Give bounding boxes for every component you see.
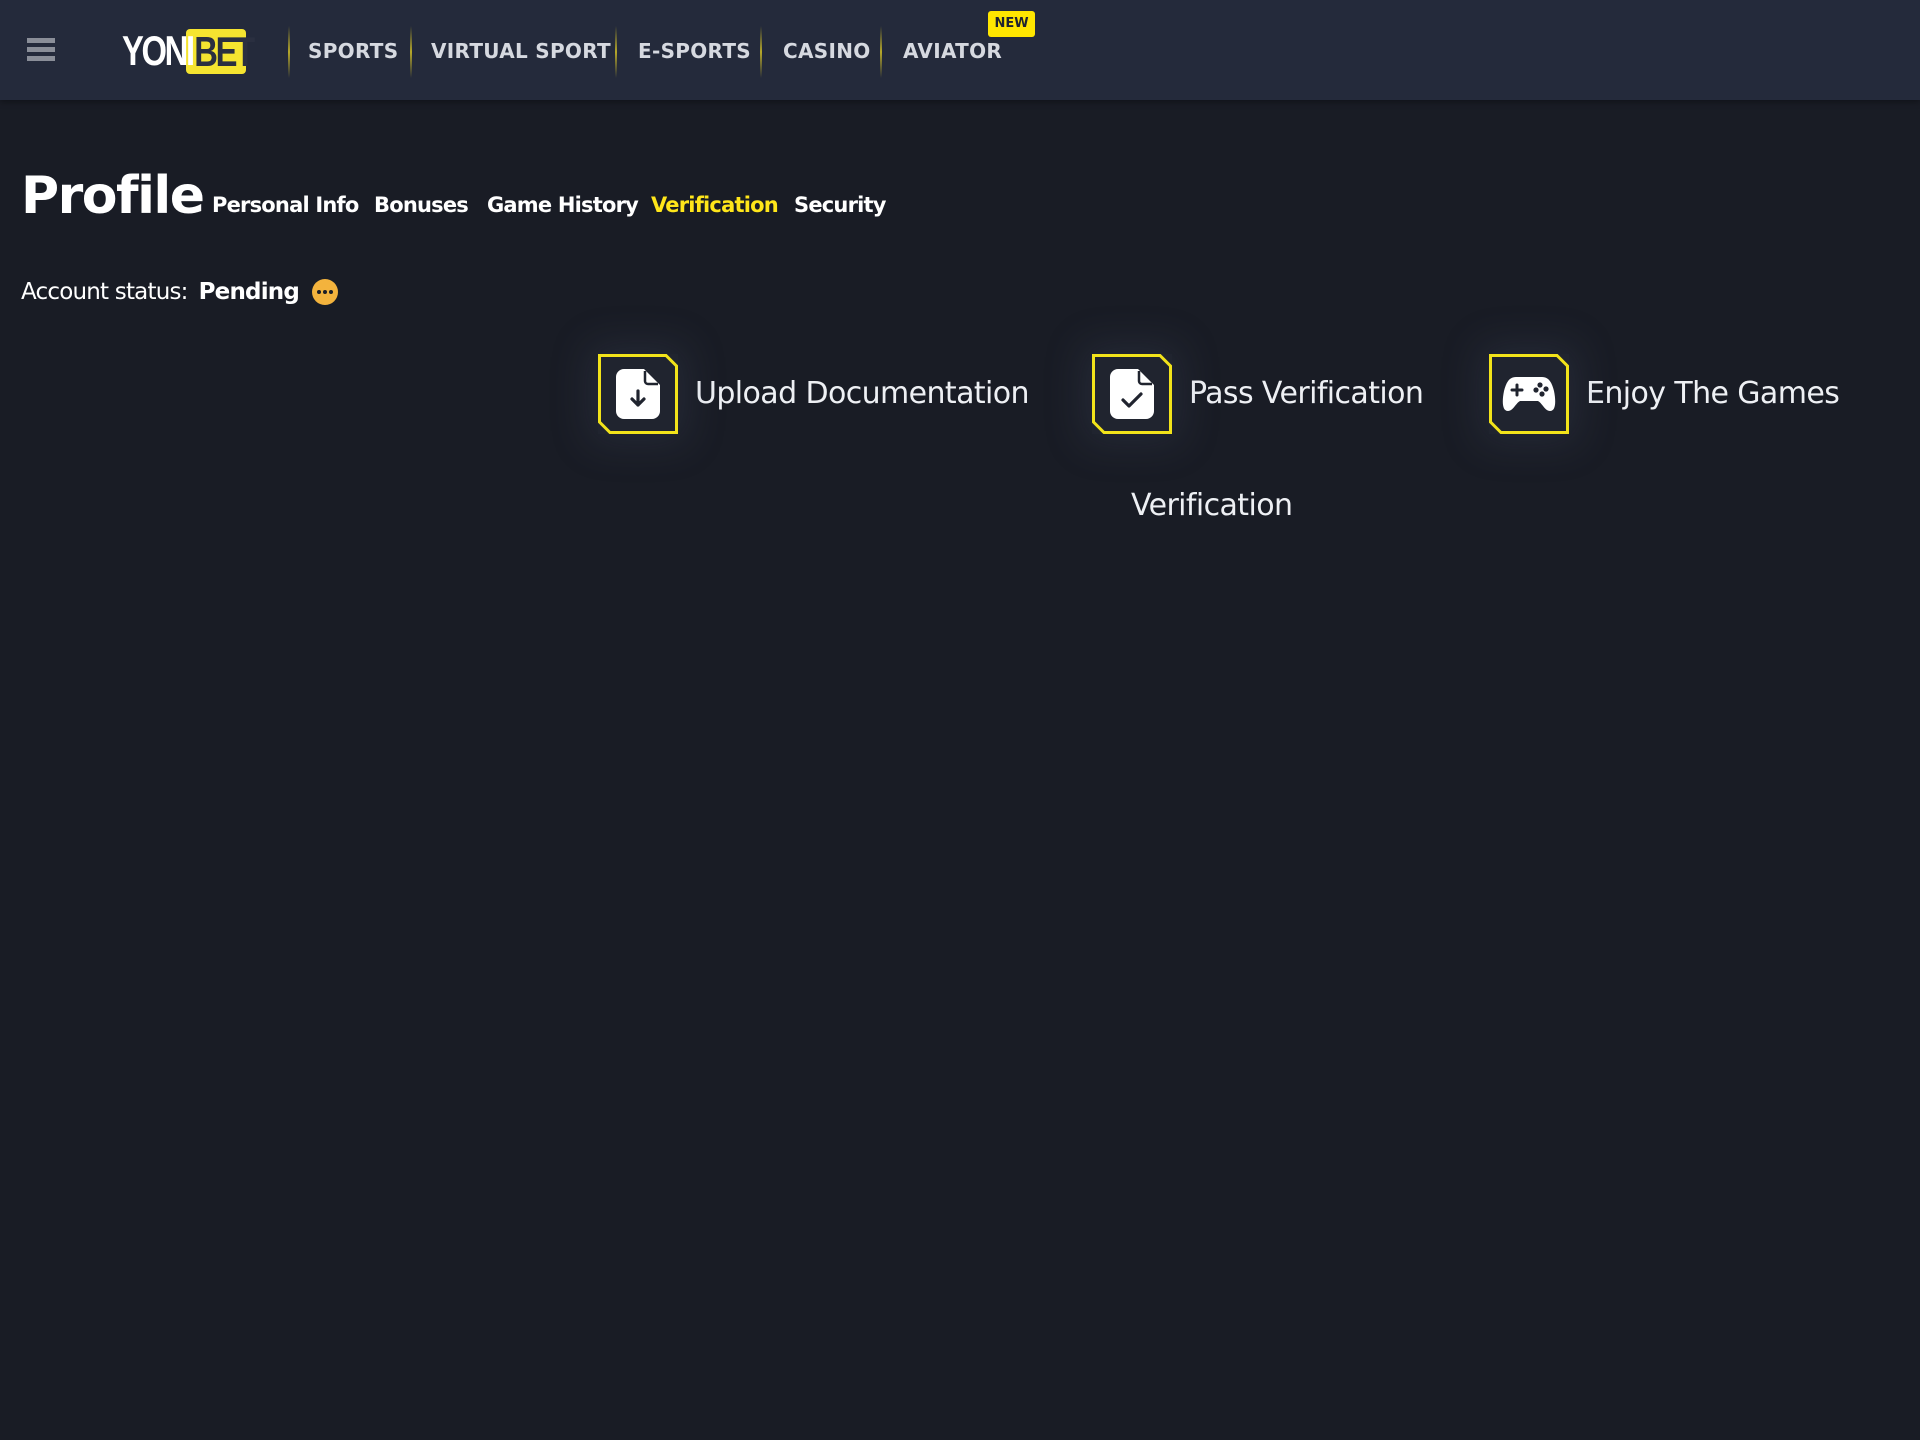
tab-personal-info[interactable]: Personal Info [212,190,359,220]
tab-game-history[interactable]: Game History [487,190,639,220]
nav-separator [760,26,762,78]
hamburger-icon[interactable] [27,38,55,64]
tab-bonuses[interactable]: Bonuses [374,190,469,220]
step-icon-box [598,354,678,434]
step-pass-verification: Pass Verification [1092,354,1424,434]
yonibet-logo[interactable]: YONI BET [122,27,255,74]
nav-casino[interactable]: CASINO [783,36,871,66]
step-label: Upload Documentation [695,376,1030,411]
step-label: Pass Verification [1189,376,1424,411]
tab-verification[interactable]: Verification [651,190,779,220]
nav-e-sports[interactable]: E-SPORTS [638,36,751,66]
step-label: Enjoy The Games [1586,376,1840,411]
file-download-icon [616,369,660,419]
file-check-icon [1110,369,1154,419]
more-dots-icon [312,279,339,305]
page-title: Profile [21,166,205,226]
nav-virtual-sport[interactable]: VIRTUAL SPORT [431,36,611,66]
tab-security[interactable]: Security [794,190,886,220]
logo-text-yoni: YONI [122,27,195,74]
nav-aviator[interactable]: AVIATOR [903,36,1002,66]
nav-separator [410,26,412,78]
account-status: Account status: Pending [21,277,339,307]
step-enjoy-the-games: Enjoy The Games [1489,354,1840,434]
logo-text-bet: BET [186,28,255,74]
new-badge: NEW [988,11,1035,37]
account-status-value: Pending [198,279,300,305]
nav-separator [880,26,882,78]
nav-sports[interactable]: SPORTS [308,36,398,66]
step-upload-documentation: Upload Documentation [598,354,1030,434]
step-icon-box [1489,354,1569,434]
step-icon-box [1092,354,1172,434]
top-header: YONI BET SPORTS VIRTUAL SPORT E-SPORTS C… [0,0,1920,100]
nav-separator [615,26,617,78]
verification-section-label: Verification [1131,488,1293,523]
nav-separator [288,26,290,78]
gamepad-icon [1502,377,1556,411]
account-status-label: Account status: [21,279,188,305]
